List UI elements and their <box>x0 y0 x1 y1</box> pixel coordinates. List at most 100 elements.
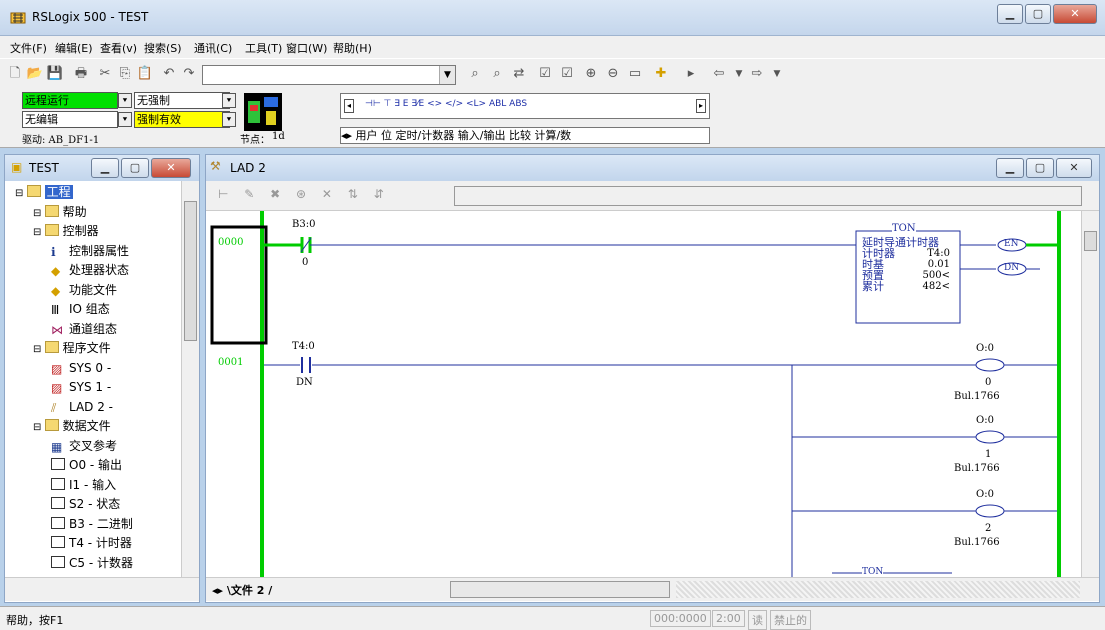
tree-item[interactable]: ⊟ 控制器 <box>33 222 99 240</box>
tree-item[interactable]: T4 - 计时器 <box>51 534 132 552</box>
state-indicator: 禁止的 <box>770 610 811 630</box>
project-minimize-button[interactable]: ▁ <box>91 158 119 178</box>
expander-icon[interactable]: ⊟ <box>33 344 45 355</box>
find-all-icon[interactable]: ⌕ <box>488 65 506 83</box>
instruction-palette: ◂ ⊣⊢ ⊤ ∃ E ∃⁄E <> </> <L> ABL ABS ▸ <box>340 93 710 119</box>
tree-item[interactable]: ⊟ 帮助 <box>33 203 87 221</box>
coil-module: Bul.1766 <box>954 391 1000 402</box>
project-maximize-button[interactable]: ▢ <box>121 158 149 178</box>
cut-icon[interactable]: ✂ <box>96 65 114 83</box>
force-enabled-dropdown[interactable]: ⯆ <box>222 112 236 127</box>
instruction-tabs[interactable]: ◂▸ 用户 位 定时/计数器 输入/输出 比较 计算/数 <box>340 127 710 144</box>
tree-item[interactable]: ▦ 交叉参考 <box>51 437 117 455</box>
back-icon[interactable]: ⇦ <box>710 65 728 83</box>
project-close-button[interactable]: ✕ <box>151 158 191 178</box>
project-icon: ▣ <box>11 160 23 174</box>
ladder-edit-icons[interactable]: ⊢ ✎ ✖ ⊛ ✕ ⇅ ⇵ <box>218 187 390 201</box>
palette-left-icon[interactable]: ◂ <box>344 99 354 113</box>
tree-label: 交叉参考 <box>69 438 118 453</box>
ladder-address-field[interactable] <box>454 186 1082 206</box>
minimize-button[interactable]: ▁ <box>997 4 1023 24</box>
back-dropdown-icon[interactable]: ▼ <box>730 65 748 83</box>
zoom-out-icon[interactable]: ⊖ <box>604 65 622 83</box>
tree-item[interactable]: ⫽ LAD 2 - <box>51 398 113 416</box>
tree-item[interactable]: ℹ 控制器属性 <box>51 242 129 260</box>
tree-scrollbar[interactable] <box>181 181 199 577</box>
print-icon[interactable]: 🖶 <box>72 65 90 83</box>
tree-item[interactable]: S2 - 状态 <box>51 495 120 513</box>
undo-icon[interactable]: ↶ <box>160 65 178 83</box>
coil-bit: 1 <box>985 449 992 460</box>
menu-item[interactable]: 工具(T) <box>245 40 282 56</box>
tree-item[interactable]: B3 - 二进制 <box>51 515 133 533</box>
chevron-down-icon[interactable]: ▼ <box>439 66 455 84</box>
ladder-minimize-button[interactable]: ▁ <box>996 158 1024 178</box>
ton-timer-value: T4:0 <box>927 248 950 259</box>
verify-file-icon[interactable]: ☑ <box>536 65 554 83</box>
tree-item[interactable]: ⊟ 程序文件 <box>33 339 111 357</box>
zoom-in-icon[interactable]: ⊕ <box>582 65 600 83</box>
file-tab[interactable]: ◂▸ \文件 2 / <box>212 582 272 598</box>
project-window: ▣ TEST ▁ ▢ ✕ ⊟ 工程 ⊟ 帮助 ⊟ 控制器 ℹ 控制器属性 ◆ 处理器状态 ◆ 功… <box>4 154 200 603</box>
expander-icon[interactable]: ⊟ <box>33 227 45 238</box>
force-dropdown[interactable]: ⯆ <box>222 93 236 108</box>
tree-scroll-thumb[interactable] <box>184 201 197 341</box>
menu-item[interactable]: 文件(F) <box>10 40 47 56</box>
menu-item[interactable]: 窗口(W) <box>286 40 327 56</box>
tree-item[interactable]: ▨ SYS 1 - <box>51 378 111 396</box>
open-icon[interactable]: 📂 <box>26 65 44 83</box>
new-icon[interactable]: 🗋 <box>6 65 24 83</box>
tree-item[interactable]: I1 - 输入 <box>51 476 116 494</box>
menu-item[interactable]: 帮助(H) <box>333 40 372 56</box>
menu-item[interactable]: 查看(v) <box>100 40 137 56</box>
paste-icon[interactable]: 📋 <box>136 65 154 83</box>
add-icon[interactable]: ✚ <box>652 65 670 83</box>
find-icon[interactable]: ⌕ <box>466 65 484 83</box>
expander-icon[interactable]: ⊟ <box>33 422 45 433</box>
replace-icon[interactable]: ⇄ <box>510 65 528 83</box>
mode-dropdown[interactable]: ⯆ <box>118 93 132 108</box>
status-bar: 帮助，按F1 000:0000 2:00 读 禁止的 <box>0 606 1105 630</box>
tree-item[interactable]: ⋈ 通道组态 <box>51 320 117 338</box>
search-combo[interactable]: ▼ <box>202 65 456 85</box>
tree-item[interactable]: ⊟ 工程 <box>15 183 73 201</box>
diamond-icon: ◆ <box>51 264 61 278</box>
forward-dropdown-icon[interactable]: ▼ <box>768 65 786 83</box>
redo-icon[interactable]: ↷ <box>180 65 198 83</box>
ladder-maximize-button[interactable]: ▢ <box>1026 158 1054 178</box>
forward-icon[interactable]: ⇨ <box>748 65 766 83</box>
maximize-button[interactable]: ▢ <box>1025 4 1051 24</box>
palette-right-icon[interactable]: ▸ <box>696 99 706 113</box>
edit-box: 无编辑 <box>22 111 118 128</box>
verify-project-icon[interactable]: ☑ <box>558 65 576 83</box>
tree-item[interactable]: ◆ 处理器状态 <box>51 261 129 279</box>
menu-item[interactable]: 编辑(E) <box>55 40 93 56</box>
ton-fields: 延时导通计时器 计时器 T4:0 时基 0.01 预置 500< 累计 482< <box>862 237 958 292</box>
ladder-close-button[interactable]: ✕ <box>1056 158 1092 178</box>
tree-item[interactable]: ▨ SYS 0 - <box>51 359 111 377</box>
edit-dropdown[interactable]: ⯆ <box>118 112 132 127</box>
io-icon: Ⅲ <box>51 303 60 317</box>
tree-label: 控制器 <box>62 224 99 238</box>
tree-label: B3 - 二进制 <box>69 516 133 531</box>
tree-item[interactable]: O0 - 输出 <box>51 456 122 474</box>
expander-icon[interactable]: ⊟ <box>15 188 27 199</box>
menu-item[interactable]: 搜索(S) <box>144 40 182 56</box>
close-button[interactable]: ✕ <box>1053 4 1097 24</box>
tree-item[interactable]: ◆ 功能文件 <box>51 281 117 299</box>
copy-icon[interactable]: ⎘ <box>116 65 134 83</box>
window-icon[interactable]: ▭ <box>626 65 644 83</box>
ladder-hscrollbar[interactable] <box>450 581 670 598</box>
menu-item[interactable]: 通讯(C) <box>194 40 232 56</box>
ladder-scrollbar[interactable] <box>1081 211 1099 577</box>
tree-item[interactable]: Ⅲ IO 组态 <box>51 300 110 318</box>
tree-hscrollbar[interactable] <box>5 577 199 601</box>
run-icon[interactable]: ▸ <box>682 65 700 83</box>
ladder-scroll-thumb[interactable] <box>1084 231 1097 251</box>
sys-icon: ▨ <box>51 361 63 376</box>
tree-item[interactable]: ⊟ 数据文件 <box>33 417 111 435</box>
instruction-symbols[interactable]: ⊣⊢ ⊤ ∃ E ∃⁄E <> </> <L> ABL ABS <box>365 99 527 109</box>
expander-icon[interactable]: ⊟ <box>33 208 45 219</box>
tree-item[interactable]: C5 - 计数器 <box>51 554 133 572</box>
save-icon[interactable]: 💾 <box>46 65 64 83</box>
